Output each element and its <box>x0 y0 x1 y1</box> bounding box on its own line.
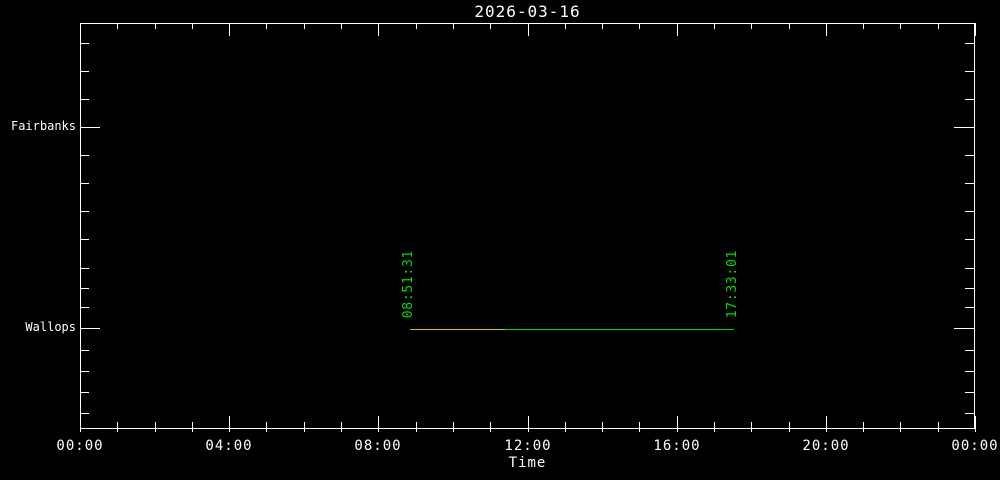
x-major-tick-top <box>80 23 81 36</box>
x-minor-tick-top <box>192 23 193 29</box>
y-minor-tick-left <box>80 155 89 156</box>
y-minor-tick-right <box>965 99 974 100</box>
x-minor-tick-bottom <box>490 422 491 432</box>
station-tick-right <box>954 328 974 329</box>
x-minor-tick-top <box>789 23 790 29</box>
y-minor-tick-left <box>80 371 89 372</box>
y-minor-tick-left <box>80 43 89 44</box>
x-minor-tick-top <box>490 23 491 29</box>
x-minor-tick-bottom <box>714 422 715 432</box>
x-minor-tick-bottom <box>863 422 864 432</box>
x-major-tick-bottom <box>378 416 379 432</box>
x-minor-tick-top <box>639 23 640 29</box>
x-tick-label: 12:00 <box>493 438 563 454</box>
y-minor-tick-right <box>965 413 974 414</box>
x-tick-label: 00:00 <box>45 438 115 454</box>
plot-frame <box>80 23 975 429</box>
x-major-tick-top <box>975 23 976 36</box>
x-minor-tick-top <box>751 23 752 29</box>
pass-line-segment <box>410 329 505 330</box>
x-minor-tick-top <box>938 23 939 29</box>
y-minor-tick-left <box>80 71 89 72</box>
x-minor-tick-top <box>453 23 454 29</box>
x-minor-tick-top <box>863 23 864 29</box>
x-tick-label: 00:00 <box>940 438 1000 454</box>
y-minor-tick-left <box>80 288 89 289</box>
y-minor-tick-right <box>965 239 974 240</box>
x-minor-tick-top <box>117 23 118 29</box>
y-minor-tick-left <box>80 350 89 351</box>
y-minor-tick-left <box>80 268 89 269</box>
x-major-tick-top <box>528 23 529 36</box>
x-minor-tick-bottom <box>789 422 790 432</box>
x-major-tick-top <box>378 23 379 36</box>
y-minor-tick-left <box>80 239 89 240</box>
y-minor-tick-right <box>965 288 974 289</box>
x-minor-tick-bottom <box>938 422 939 432</box>
y-minor-tick-right <box>965 268 974 269</box>
y-minor-tick-right <box>965 155 974 156</box>
plot-title: 2026-03-16 <box>80 2 975 21</box>
x-minor-tick-top <box>602 23 603 29</box>
x-tick-label: 20:00 <box>791 438 861 454</box>
x-minor-tick-bottom <box>341 422 342 432</box>
x-minor-tick-top <box>155 23 156 29</box>
x-major-tick-top <box>229 23 230 36</box>
y-minor-tick-right <box>965 350 974 351</box>
y-minor-tick-right <box>965 71 974 72</box>
y-minor-tick-right <box>965 43 974 44</box>
y-minor-tick-right <box>965 211 974 212</box>
x-major-tick-top <box>826 23 827 36</box>
y-minor-tick-left <box>80 99 89 100</box>
station-tick-left <box>80 127 100 128</box>
x-tick-label: 16:00 <box>642 438 712 454</box>
y-minor-tick-right <box>965 371 974 372</box>
x-minor-tick-top <box>900 23 901 29</box>
x-major-tick-top <box>677 23 678 36</box>
x-minor-tick-bottom <box>416 422 417 432</box>
y-minor-tick-right <box>965 392 974 393</box>
x-minor-tick-bottom <box>192 422 193 432</box>
x-major-tick-bottom <box>826 416 827 432</box>
station-tick-right <box>954 127 974 128</box>
y-minor-tick-right <box>965 183 974 184</box>
y-minor-tick-left <box>80 413 89 414</box>
station-label: Wallops <box>0 320 76 334</box>
x-major-tick-bottom <box>975 416 976 432</box>
timeline-figure: 2026-03-16 Time 00:00 04:00 08:00 12:00 16:0… <box>0 0 1000 480</box>
y-minor-tick-left <box>80 183 89 184</box>
x-minor-tick-bottom <box>117 422 118 432</box>
x-minor-tick-bottom <box>155 422 156 432</box>
x-minor-tick-top <box>304 23 305 29</box>
x-minor-tick-bottom <box>639 422 640 432</box>
x-major-tick-bottom <box>528 416 529 432</box>
x-major-tick-bottom <box>229 416 230 432</box>
pass-end-time-label: 17:33:01 <box>725 250 740 318</box>
x-tick-label: 04:00 <box>194 438 264 454</box>
y-minor-tick-right <box>965 307 974 308</box>
x-major-tick-bottom <box>677 416 678 432</box>
x-minor-tick-bottom <box>602 422 603 432</box>
x-minor-tick-top <box>341 23 342 29</box>
station-label: Fairbanks <box>0 119 76 133</box>
x-minor-tick-top <box>266 23 267 29</box>
x-minor-tick-top <box>416 23 417 29</box>
x-minor-tick-top <box>565 23 566 29</box>
y-minor-tick-left <box>80 211 89 212</box>
x-minor-tick-bottom <box>751 422 752 432</box>
x-minor-tick-bottom <box>266 422 267 432</box>
y-minor-tick-left <box>80 392 89 393</box>
y-minor-tick-left <box>80 307 89 308</box>
x-minor-tick-bottom <box>453 422 454 432</box>
x-minor-tick-top <box>714 23 715 29</box>
station-tick-left <box>80 328 100 329</box>
pass-start-time-label: 08:51:31 <box>401 250 416 318</box>
x-axis-title: Time <box>80 455 975 471</box>
x-minor-tick-bottom <box>900 422 901 432</box>
x-minor-tick-bottom <box>565 422 566 432</box>
x-minor-tick-bottom <box>304 422 305 432</box>
x-tick-label: 08:00 <box>343 438 413 454</box>
pass-line-segment <box>505 329 734 330</box>
x-major-tick-bottom <box>80 416 81 432</box>
